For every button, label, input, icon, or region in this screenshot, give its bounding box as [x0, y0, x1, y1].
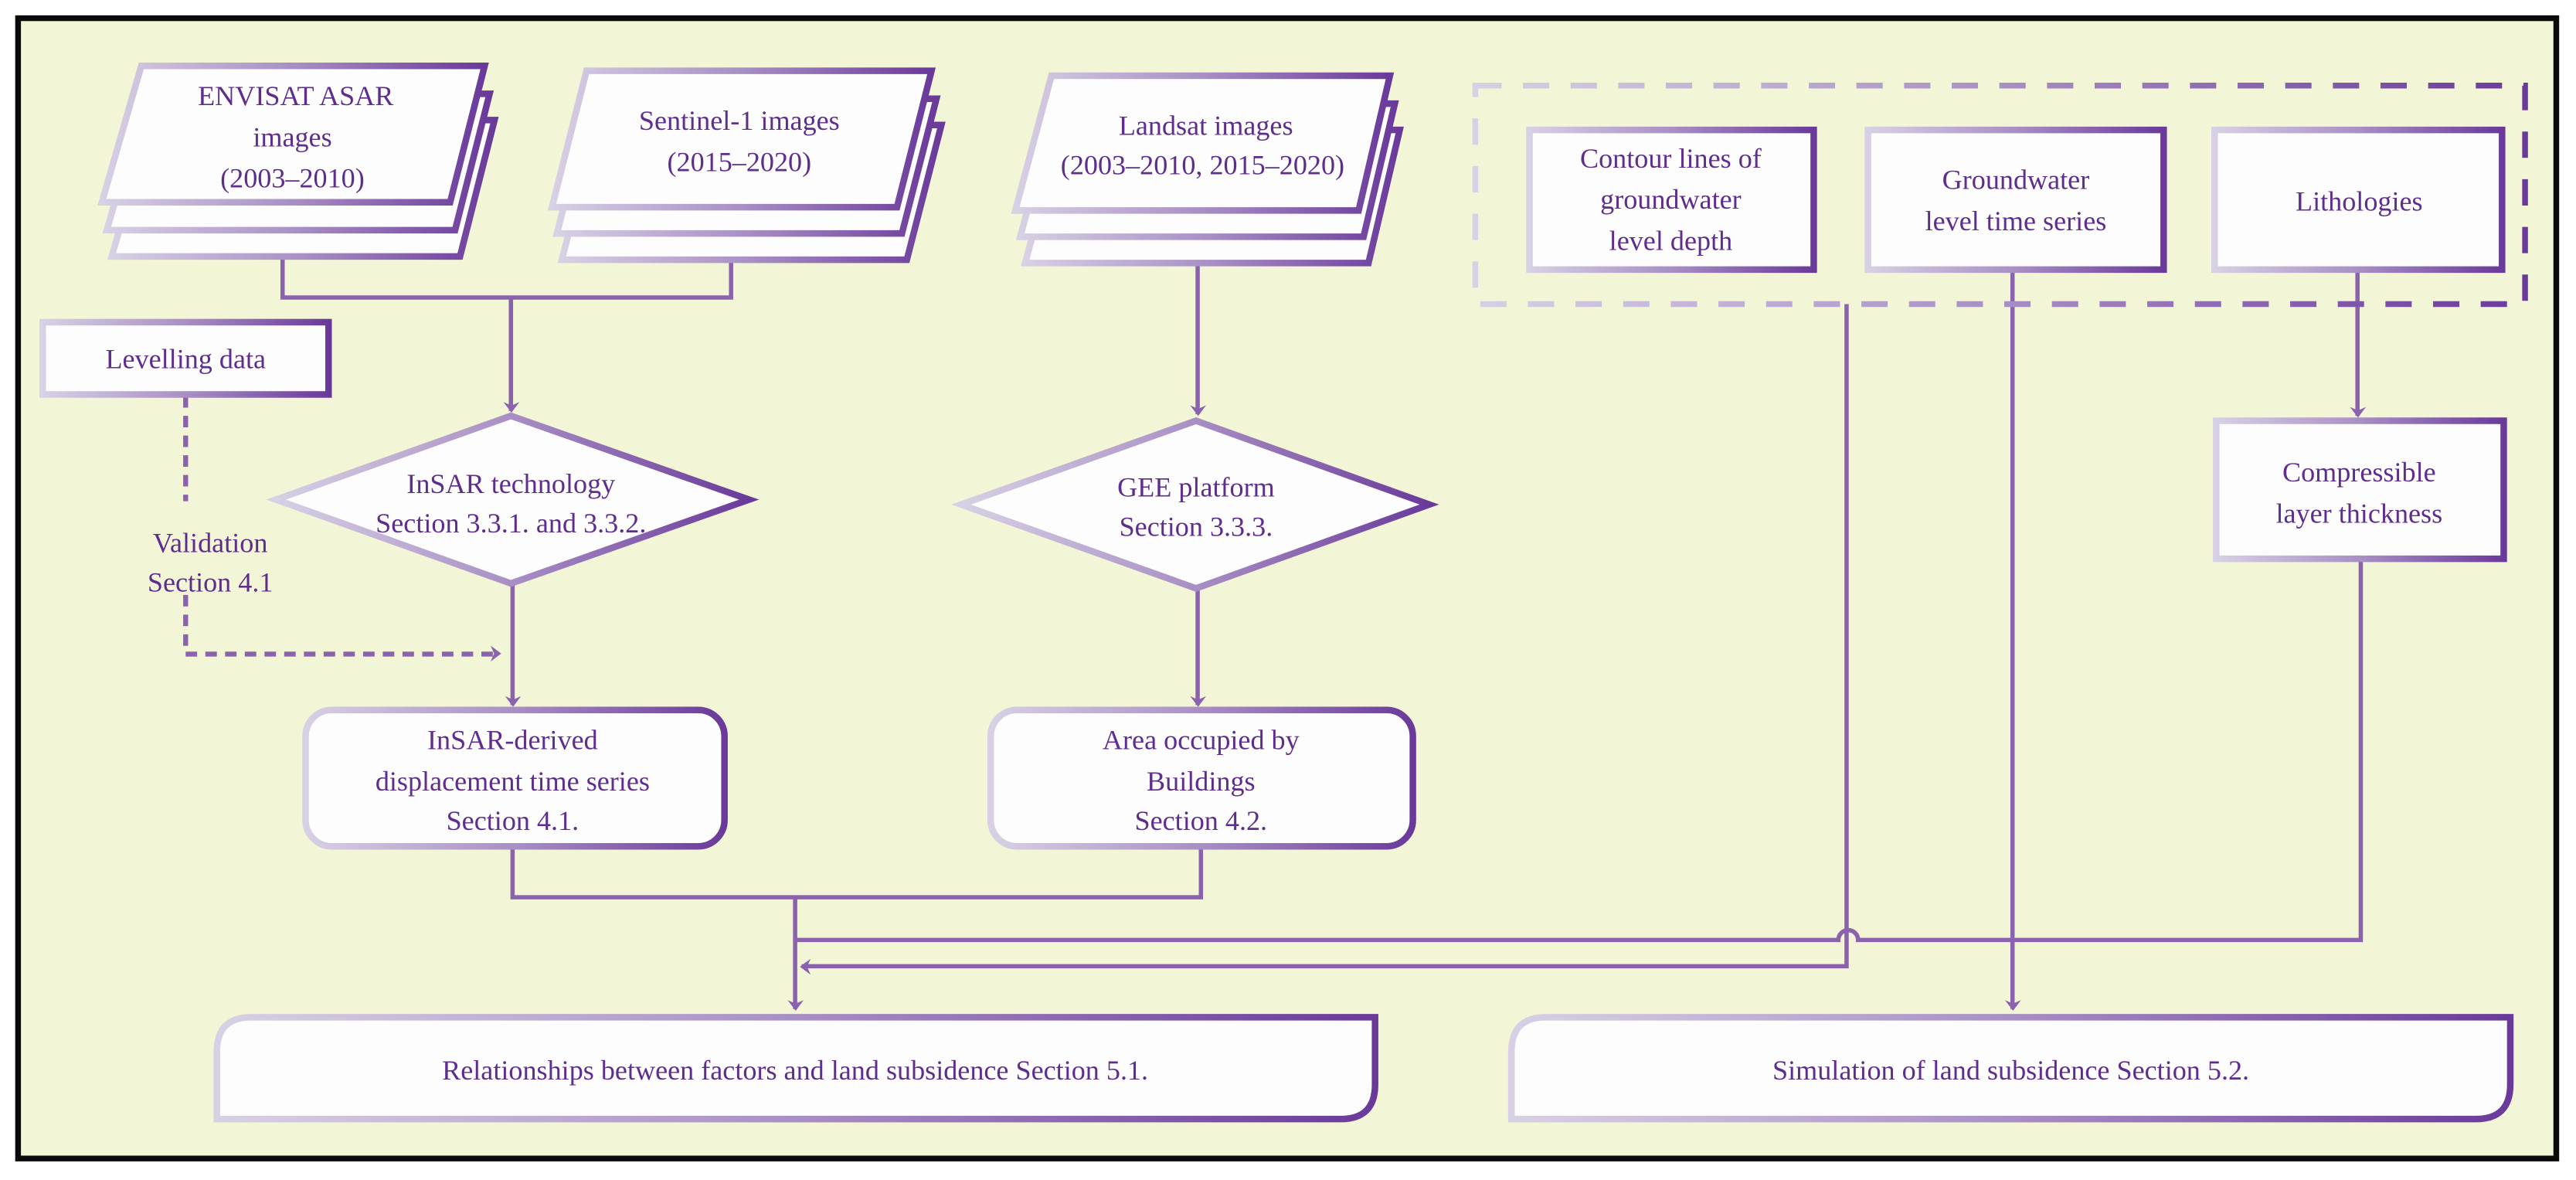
contour-label-2: groundwater: [1600, 184, 1742, 215]
contour-label-3: level depth: [1609, 225, 1733, 256]
envisat-label-2: images: [253, 121, 331, 152]
landsat-label-1: Landsat images: [1119, 111, 1293, 141]
buildings-label-2: Buildings: [1147, 766, 1256, 797]
contour-label-1: Contour lines of: [1580, 143, 1762, 174]
envisat-images-node: ENVISAT ASAR images (2003–2010): [97, 62, 499, 260]
buildings-label-3: Section 4.2.: [1135, 805, 1268, 836]
flowchart: ENVISAT ASAR images (2003–2010) Sentinel…: [15, 15, 2560, 1161]
sentinel-label-1: Sentinel-1 images: [639, 105, 840, 136]
compressible-label-1: Compressible: [2282, 457, 2436, 488]
buildings-label-1: Area occupied by: [1103, 725, 1300, 756]
groundwater-label-2: level time series: [1925, 206, 2107, 236]
lithologies-label: Lithologies: [2296, 185, 2423, 216]
simulation-node: Simulation of land subsidence Section 5.…: [1507, 1014, 2514, 1123]
validation-label-1: Validation: [153, 528, 268, 559]
displacement-label-3: Section 4.1.: [447, 805, 579, 836]
landsat-images-node: Landsat images (2003–2010, 2015–2020): [1011, 72, 1404, 267]
envisat-label-1: ENVISAT ASAR: [198, 80, 394, 111]
groundwater-series-node: Groundwater level time series: [1864, 126, 2167, 274]
compressible-layer-node: Compressible layer thickness: [2213, 417, 2507, 563]
contour-lines-node: Contour lines of groundwater level depth: [1526, 126, 1817, 274]
sentinel-images-node: Sentinel-1 images (2015–2020): [547, 67, 946, 264]
simulation-label: Simulation of land subsidence Section 5.…: [1772, 1055, 2249, 1086]
sentinel-label-2: (2015–2020): [668, 146, 812, 177]
buildings-area-node: Area occupied by Buildings Section 4.2.: [987, 706, 1416, 850]
compressible-label-2: layer thickness: [2275, 498, 2442, 529]
levelling-label: Levelling data: [105, 343, 266, 374]
insar-label-1: InSAR technology: [406, 468, 615, 499]
lithologies-node: Lithologies: [2211, 126, 2506, 274]
insar-label-2: Section 3.3.1. and 3.3.2.: [376, 508, 646, 539]
relationships-node: Relationships between factors and land s…: [213, 1014, 1378, 1123]
relationships-label: Relationships between factors and land s…: [442, 1055, 1148, 1086]
displacement-label-2: displacement time series: [376, 766, 650, 797]
displacement-label-1: InSAR-derived: [427, 725, 598, 756]
envisat-label-3: (2003–2010): [220, 163, 365, 194]
validation-label-2: Section 4.1: [148, 567, 274, 598]
groundwater-label-1: Groundwater: [1942, 165, 2090, 196]
levelling-data-node: Levelling data: [39, 318, 332, 398]
landsat-label-2: (2003–2010, 2015–2020): [1061, 150, 1344, 181]
gee-label-2: Section 3.3.3.: [1120, 511, 1273, 542]
gee-label-1: GEE platform: [1117, 471, 1275, 502]
displacement-time-series-node: InSAR-derived displacement time series S…: [302, 706, 728, 850]
